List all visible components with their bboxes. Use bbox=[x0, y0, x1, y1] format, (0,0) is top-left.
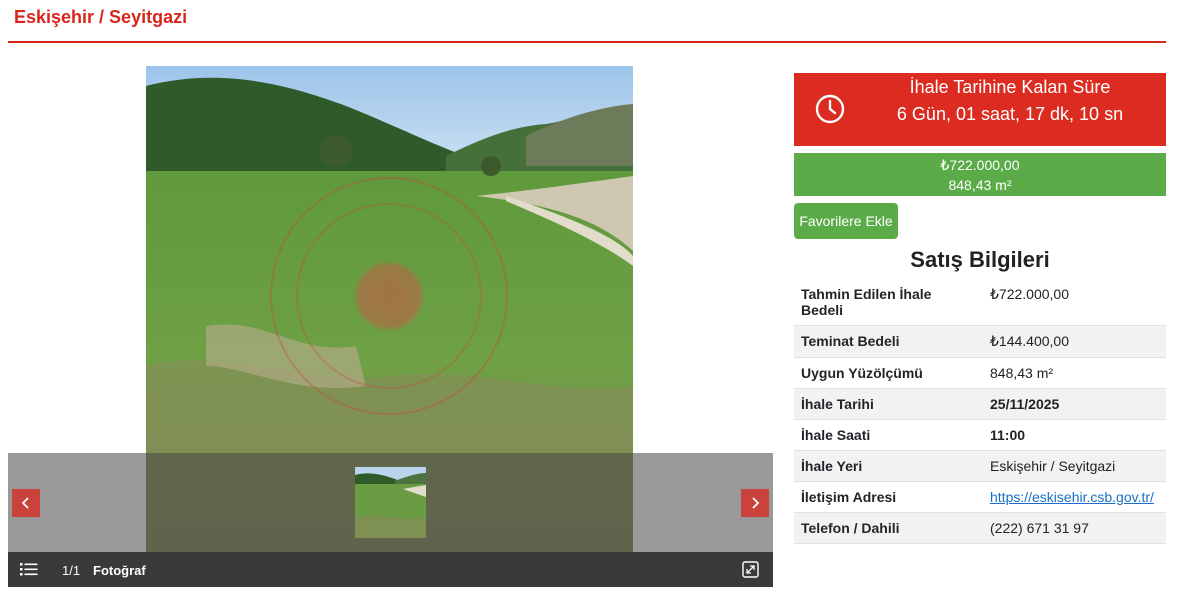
row-value: 25/11/2025 bbox=[983, 388, 1166, 420]
countdown-box: İhale Tarihine Kalan Süre 6 Gün, 01 saat… bbox=[794, 73, 1166, 146]
photo-counter: 1/1 bbox=[62, 563, 81, 578]
table-row: Teminat Bedeli ₺144.400,00 bbox=[794, 325, 1166, 358]
chevron-left-icon bbox=[21, 497, 29, 509]
add-to-favorites-button[interactable]: Favorilere Ekle bbox=[794, 203, 898, 239]
row-value: ₺144.400,00 bbox=[983, 325, 1166, 358]
next-button[interactable] bbox=[741, 489, 769, 517]
photo-thumbnail[interactable] bbox=[355, 467, 426, 538]
row-key: İhale Yeri bbox=[794, 450, 983, 482]
expand-icon[interactable] bbox=[742, 561, 759, 578]
row-key: İletişim Adresi bbox=[794, 481, 983, 513]
row-value: 848,43 m² bbox=[983, 357, 1166, 389]
photo-label: Fotoğraf bbox=[93, 563, 146, 578]
sale-info-table: Tahmin Edilen İhale Bedeli ₺722.000,00 T… bbox=[794, 279, 1166, 544]
contact-address-link[interactable]: https://eskisehir.csb.gov.tr/ bbox=[990, 489, 1154, 505]
table-row: İhale Tarihi 25/11/2025 bbox=[794, 388, 1166, 420]
sale-info-title: Satış Bilgileri bbox=[910, 247, 1050, 272]
table-row: Uygun Yüzölçümü 848,43 m² bbox=[794, 357, 1166, 389]
countdown-value: 6 Gün, 01 saat, 17 dk, 10 sn bbox=[896, 104, 1124, 124]
chevron-right-icon bbox=[752, 497, 760, 509]
row-key: Teminat Bedeli bbox=[794, 325, 983, 358]
row-value: ₺722.000,00 bbox=[983, 279, 1166, 326]
row-key: Telefon / Dahili bbox=[794, 512, 983, 544]
table-row: İhale Yeri Eskişehir / Seyitgazi bbox=[794, 450, 1166, 482]
table-row: Telefon / Dahili (222) 671 31 97 bbox=[794, 512, 1166, 544]
gallery-toolbar: 1/1 Fotoğraf bbox=[8, 552, 773, 587]
row-key: Tahmin Edilen İhale Bedeli bbox=[794, 279, 983, 326]
row-value: 11:00 bbox=[983, 419, 1166, 451]
clock-icon bbox=[815, 94, 845, 124]
list-icon[interactable] bbox=[20, 561, 38, 577]
row-value: https://eskisehir.csb.gov.tr/ bbox=[983, 481, 1166, 513]
row-key: Uygun Yüzölçümü bbox=[794, 357, 983, 389]
row-value: (222) 671 31 97 bbox=[983, 512, 1166, 544]
price-area: 848,43 m² bbox=[948, 177, 1012, 193]
row-key: İhale Tarihi bbox=[794, 388, 983, 420]
photo-gallery: 1/1 Fotoğraf bbox=[8, 66, 773, 587]
table-row: Tahmin Edilen İhale Bedeli ₺722.000,00 bbox=[794, 279, 1166, 326]
countdown-title: İhale Tarihine Kalan Süre bbox=[909, 77, 1111, 97]
price-box: ₺722.000,00 848,43 m² bbox=[794, 153, 1166, 196]
table-row: İletişim Adresi https://eskisehir.csb.go… bbox=[794, 481, 1166, 513]
prev-button[interactable] bbox=[12, 489, 40, 517]
title-divider bbox=[8, 41, 1166, 43]
price-amount: ₺722.000,00 bbox=[940, 157, 1020, 173]
row-key: İhale Saati bbox=[794, 419, 983, 451]
row-value: Eskişehir / Seyitgazi bbox=[983, 450, 1166, 482]
thumbnail-strip bbox=[8, 453, 773, 552]
table-row: İhale Saati 11:00 bbox=[794, 419, 1166, 451]
page-title: Eskişehir / Seyitgazi bbox=[14, 7, 188, 27]
